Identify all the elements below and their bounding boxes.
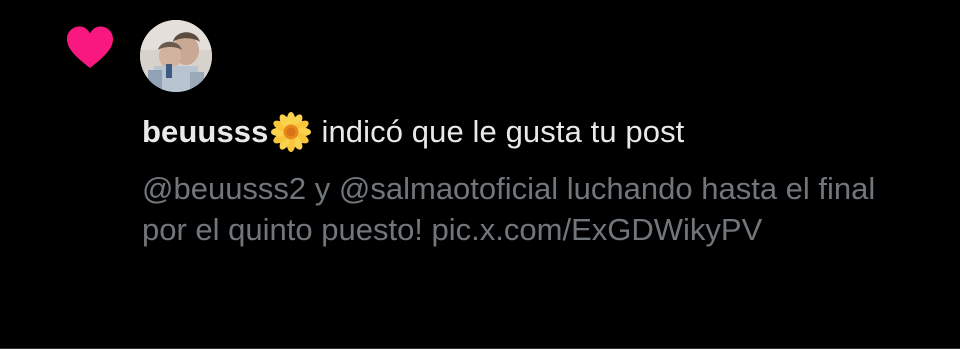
notification-headline: beuusss indicó que le gusta tu post bbox=[142, 112, 684, 152]
avatar[interactable] bbox=[140, 20, 212, 92]
heart-icon bbox=[67, 26, 113, 68]
avatar-photo bbox=[140, 20, 212, 92]
blossom-flower-icon bbox=[271, 112, 312, 152]
post-preview-text[interactable]: @beuusss2 y @salmaotoficial luchando has… bbox=[142, 168, 902, 250]
like-notification[interactable]: beuusss indicó que le gusta tu post @beu bbox=[0, 0, 960, 349]
action-text: indicó que le gusta tu post bbox=[321, 114, 685, 149]
username[interactable]: beuusss bbox=[142, 114, 268, 150]
